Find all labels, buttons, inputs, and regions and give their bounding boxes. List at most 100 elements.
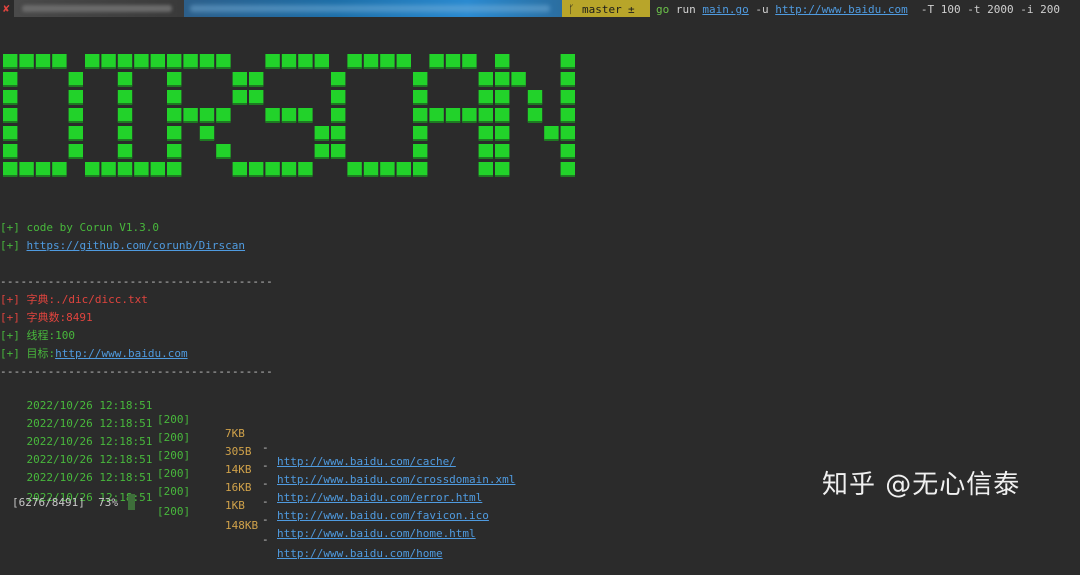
result-url[interactable]: http://www.baidu.com/cache/ xyxy=(277,455,456,469)
banner-block xyxy=(560,90,575,104)
banner-shade xyxy=(117,103,133,105)
result-url[interactable]: http://www.baidu.com/home xyxy=(277,547,443,561)
banner-block xyxy=(117,144,133,158)
banner-shade xyxy=(281,175,297,177)
banner-shade xyxy=(183,67,198,69)
banner-shade xyxy=(331,139,346,141)
banner-block xyxy=(3,144,18,158)
result-url[interactable]: http://www.baidu.com/home.html xyxy=(277,527,476,541)
banner-shade xyxy=(52,67,67,69)
banner-block xyxy=(413,162,428,176)
banner-block xyxy=(3,126,18,140)
banner-shade xyxy=(249,175,264,177)
banner-shade xyxy=(68,85,83,87)
banner-block xyxy=(199,54,215,68)
banner-block xyxy=(445,108,461,122)
banner-shade xyxy=(216,67,231,69)
banner-block xyxy=(380,162,395,176)
banner-block xyxy=(331,144,346,158)
git-dirty-icon: ± xyxy=(628,3,635,16)
banner-shade xyxy=(363,175,379,177)
banner-shade xyxy=(19,67,34,69)
info-code-by: [+] code by Corun V1.3.0 xyxy=(0,221,159,234)
banner-block xyxy=(478,126,493,140)
info-target: [+] 目标:http://www.baidu.com xyxy=(0,347,188,361)
command-run: run xyxy=(669,3,703,16)
banner-block xyxy=(560,108,575,122)
separator-bottom: ---------------------------------------- xyxy=(0,365,273,378)
repo-link[interactable]: https://github.com/corunb/Dirscan xyxy=(27,239,246,252)
banner-block xyxy=(167,54,182,68)
banner-block xyxy=(495,144,510,158)
banner-shade xyxy=(3,157,18,159)
banner-shade xyxy=(478,103,493,105)
banner-shade xyxy=(527,121,543,123)
result-row: 2022/10/26 12:18:51 [200] 14KB - http://… xyxy=(0,421,483,504)
banner-block xyxy=(314,54,329,68)
result-url[interactable]: http://www.baidu.com/error.html xyxy=(277,491,482,505)
banner-block xyxy=(85,162,100,176)
banner-block xyxy=(167,126,182,140)
banner-block xyxy=(363,54,379,68)
banner-shade xyxy=(68,121,83,123)
banner-block xyxy=(117,162,133,176)
banner-shade xyxy=(85,175,100,177)
banner-block xyxy=(429,108,444,122)
info-repo-prefix: [+] xyxy=(0,239,27,252)
info-target-prefix: [+] 目标: xyxy=(0,347,56,360)
banner-block xyxy=(68,72,83,86)
result-dash: - xyxy=(262,477,269,490)
banner-block xyxy=(134,54,149,68)
command-line[interactable]: go run main.go -u http://www.baidu.com -… xyxy=(656,3,1060,16)
banner-shade xyxy=(380,175,395,177)
result-url[interactable]: http://www.baidu.com/favicon.ico xyxy=(277,509,489,523)
banner-shade xyxy=(3,175,18,177)
command-url[interactable]: http://www.baidu.com xyxy=(775,3,907,16)
banner-shade xyxy=(331,85,346,87)
banner-shade xyxy=(495,85,510,87)
result-status: [200] xyxy=(157,485,191,498)
progress-text: [6276/8491] 73% xyxy=(12,496,118,509)
banner-block xyxy=(101,54,116,68)
banner-shade xyxy=(199,121,215,123)
banner-shade xyxy=(117,157,133,159)
result-size: 7KB xyxy=(225,427,245,440)
banner-block xyxy=(167,108,182,122)
dirscan-banner-art xyxy=(3,54,575,177)
banner-shade xyxy=(265,67,280,69)
terminal-cursor[interactable] xyxy=(127,494,135,510)
result-url[interactable]: http://www.baidu.com/crossdomain.xml xyxy=(277,473,515,487)
banner-shade xyxy=(560,103,575,105)
banner-block xyxy=(68,90,83,104)
banner-block xyxy=(167,144,182,158)
banner-block xyxy=(167,162,182,176)
banner-shade xyxy=(413,175,428,177)
banner-block xyxy=(199,108,215,122)
result-size: 14KB xyxy=(225,463,252,476)
banner-shade xyxy=(249,103,264,105)
target-link[interactable]: http://www.baidu.com xyxy=(55,347,187,360)
banner-shade xyxy=(396,175,411,177)
banner-shade xyxy=(495,67,510,69)
banner-shade xyxy=(560,121,575,123)
banner-block xyxy=(216,108,231,122)
banner-block xyxy=(265,54,280,68)
banner-block xyxy=(3,162,18,176)
banner-block xyxy=(167,72,182,86)
banner-shade xyxy=(413,103,428,105)
banner-block xyxy=(117,90,133,104)
banner-block xyxy=(167,90,182,104)
info-dict-count: [+] 字典数:8491 xyxy=(0,311,93,324)
banner-shade xyxy=(167,121,182,123)
banner-block xyxy=(281,108,297,122)
progress-status: [6276/8491] 73% xyxy=(12,494,135,512)
banner-shade xyxy=(3,139,18,141)
info-threads: [+] 线程:100 xyxy=(0,329,75,342)
banner-block xyxy=(183,54,198,68)
banner-block xyxy=(314,126,329,140)
banner-block xyxy=(495,54,510,68)
banner-shade xyxy=(314,157,329,159)
banner-shade xyxy=(429,67,444,69)
banner-shade xyxy=(167,85,182,87)
banner-shade xyxy=(396,67,411,69)
